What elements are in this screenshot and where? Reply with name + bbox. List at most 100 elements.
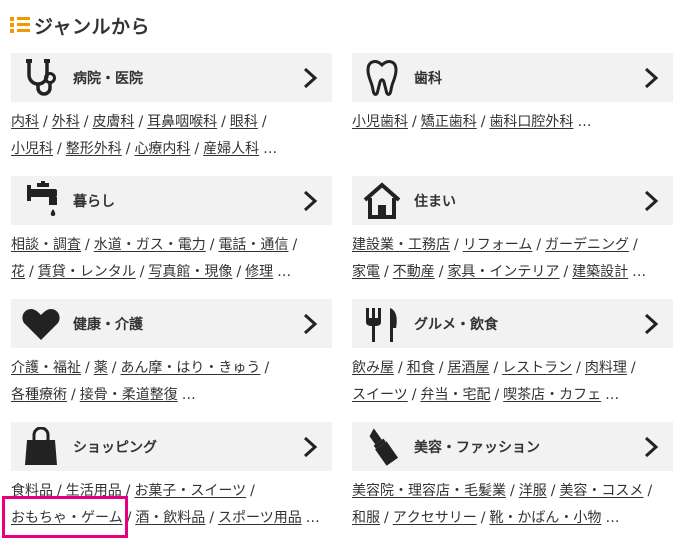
chevron-right-icon <box>300 189 320 213</box>
subcategory-link[interactable]: 小児歯科 <box>352 114 408 130</box>
separator: / <box>85 360 90 376</box>
subcategory-link[interactable]: 介護・福祉 <box>11 360 81 376</box>
subcategory-link[interactable]: 弁当・宅配 <box>420 387 490 403</box>
separator: / <box>250 483 255 499</box>
fork-knife-icon <box>362 304 402 344</box>
subcategory-link[interactable]: 肉料理 <box>585 360 627 376</box>
subcategory-link[interactable]: 歯科口腔外科 <box>489 114 573 130</box>
chevron-right-icon <box>300 435 320 459</box>
subcategory-link[interactable]: 耳鼻咽喉科 <box>147 114 217 130</box>
category-4-links: 介護・福祉 / 薬 / あん摩・はり・きゅう / 各種療術 / 接骨・柔道整復… <box>11 355 341 409</box>
category-6-header[interactable]: ショッピング <box>11 422 332 471</box>
subcategory-link[interactable]: 花 <box>11 264 25 280</box>
subcategory-link[interactable]: アクセサリー <box>393 510 477 526</box>
category-0-header[interactable]: 病院・医院 <box>11 53 332 102</box>
subcategory-link[interactable]: 建設業・工務店 <box>352 237 450 253</box>
subcategory-link[interactable]: お菓子・スイーツ <box>134 483 246 499</box>
subcategory-link[interactable]: 水道・ガス・電力 <box>94 237 206 253</box>
more-ellipsis: … <box>181 387 196 403</box>
category-5-header[interactable]: グルメ・飲食 <box>352 299 673 348</box>
subcategory-link[interactable]: スイーツ <box>352 387 408 403</box>
subcategory-link[interactable]: 美容院・理容店・毛髪業 <box>352 483 506 499</box>
category-2-header[interactable]: 暮らし <box>11 176 332 225</box>
more-ellipsis: … <box>277 264 292 280</box>
category-1-header[interactable]: 歯科 <box>352 53 673 102</box>
separator: / <box>480 114 486 130</box>
chevron-right-icon <box>641 66 661 90</box>
subcategory-link[interactable]: 小児科 <box>11 141 53 157</box>
subcategory-link[interactable]: あん摩・はり・きゅう <box>120 360 260 376</box>
list-icon <box>10 15 30 35</box>
link-line: 相談・調査 / 水道・ガス・電力 / 電話・通信 / <box>11 232 341 259</box>
subcategory-link[interactable]: 喫茶店・カフェ <box>503 387 601 403</box>
subcategory-link[interactable]: 建築設計 <box>572 264 628 280</box>
link-line: 飲み屋 / 和食 / 居酒屋 / レストラン / 肉料理 / <box>352 355 682 382</box>
subcategory-link[interactable]: 内科 <box>11 114 39 130</box>
separator: / <box>85 237 90 253</box>
link-line: 内科 / 外科 / 皮膚科 / 耳鼻咽喉科 / 眼科 / <box>11 109 341 136</box>
subcategory-link[interactable]: 相談・調査 <box>11 237 81 253</box>
link-line: 小児歯科 / 矯正歯科 / 歯科口腔外科… <box>352 109 682 136</box>
subcategory-link[interactable]: 居酒屋 <box>447 360 489 376</box>
subcategory-link[interactable]: スポーツ用品 <box>218 510 302 526</box>
subcategory-link[interactable]: 皮膚科 <box>92 114 134 130</box>
subcategory-link[interactable]: 和食 <box>407 360 435 376</box>
subcategory-link[interactable]: 家電 <box>352 264 380 280</box>
separator: / <box>221 114 226 130</box>
subcategory-link[interactable]: 家具・インテリア <box>447 264 559 280</box>
subcategory-link[interactable]: 和服 <box>352 510 380 526</box>
category-3-header[interactable]: 住まい <box>352 176 673 225</box>
subcategory-link[interactable]: 矯正歯科 <box>421 114 477 130</box>
subcategory-link[interactable]: 写真館・現像 <box>148 264 232 280</box>
link-line: 各種療術 / 接骨・柔道整復… <box>11 382 341 409</box>
category-7-links: 美容院・理容店・毛髪業 / 洋服 / 美容・コスメ / 和服 / アクセサリー / 靴・かばん・小物… <box>352 478 682 532</box>
more-ellipsis: … <box>632 264 647 280</box>
separator: / <box>194 141 200 157</box>
category-4-header[interactable]: 健康・介護 <box>11 299 332 348</box>
subcategory-link[interactable]: 生活用品 <box>66 483 122 499</box>
link-line: 花 / 賃貸・レンタル / 写真館・現像 / 修理… <box>11 259 341 286</box>
subcategory-link[interactable]: 修理 <box>245 264 273 280</box>
subcategory-link[interactable]: 整形外科 <box>66 141 122 157</box>
separator: / <box>209 510 215 526</box>
subcategory-link[interactable]: 接骨・柔道整復 <box>80 387 178 403</box>
category-label: グルメ・飲食 <box>414 316 498 333</box>
subcategory-link[interactable]: 飲み屋 <box>352 360 394 376</box>
shopping-bag-icon <box>21 426 61 467</box>
link-line: 和服 / アクセサリー / 靴・かばん・小物… <box>352 505 682 532</box>
subcategory-link[interactable]: 眼科 <box>230 114 258 130</box>
more-ellipsis: … <box>305 510 320 526</box>
subcategory-link[interactable]: ガーデニング <box>545 237 629 253</box>
subcategory-link[interactable]: 電話・通信 <box>218 237 288 253</box>
subcategory-link[interactable]: 心療内科 <box>134 141 190 157</box>
subcategory-link[interactable]: 外科 <box>52 114 80 130</box>
section-title: ジャンルから <box>34 15 151 38</box>
subcategory-link[interactable]: 各種療術 <box>11 387 67 403</box>
subcategory-link[interactable]: 美容・コスメ <box>559 483 643 499</box>
stethoscope-icon <box>21 58 61 98</box>
category-6-links: 食料品 / 生活用品 / お菓子・スイーツ / おもちゃ・ゲーム / 酒・飲料品 / スポーツ用品… <box>11 478 341 532</box>
subcategory-link[interactable]: 酒・飲料品 <box>135 510 205 526</box>
separator: / <box>438 264 444 280</box>
subcategory-link[interactable]: レストラン <box>502 360 572 376</box>
chevron-right-icon <box>641 312 661 336</box>
separator: / <box>43 114 48 130</box>
more-ellipsis: … <box>263 141 278 157</box>
subcategory-link[interactable]: 靴・かばん・小物 <box>489 510 601 526</box>
separator: / <box>412 114 417 130</box>
subcategory-link[interactable]: 産婦人科 <box>203 141 259 157</box>
category-label: 病院・医院 <box>73 70 143 87</box>
subcategory-link[interactable]: 食料品 <box>11 483 53 499</box>
category-label: 美容・ファッション <box>414 439 540 456</box>
subcategory-link[interactable]: 洋服 <box>519 483 547 499</box>
separator: / <box>111 360 117 376</box>
subcategory-link[interactable]: 薬 <box>94 360 108 376</box>
subcategory-link[interactable]: 不動産 <box>393 264 435 280</box>
faucet-icon <box>21 180 61 221</box>
subcategory-link[interactable]: 賃貸・レンタル <box>38 264 136 280</box>
category-7-header[interactable]: 美容・ファッション <box>352 422 673 471</box>
category-5-links: 飲み屋 / 和食 / 居酒屋 / レストラン / 肉料理 / スイーツ / 弁当・宅配 / 喫茶店・カフェ… <box>352 355 682 409</box>
separator: / <box>125 141 131 157</box>
subcategory-link[interactable]: リフォーム <box>463 237 533 253</box>
subcategory-link[interactable]: おもちゃ・ゲーム <box>11 510 123 526</box>
